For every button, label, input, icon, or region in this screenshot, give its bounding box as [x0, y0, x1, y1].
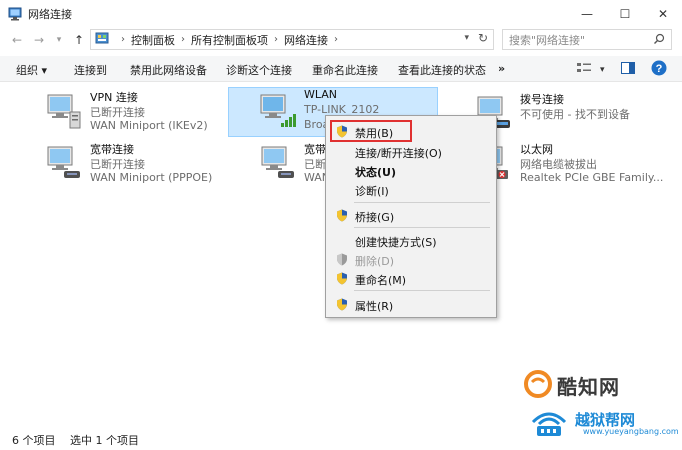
menu-item-label: 状态(U): [355, 166, 396, 179]
organize-menu[interactable]: 组织 ▾: [16, 62, 47, 78]
address-dropdown-icon[interactable]: ▾: [464, 33, 469, 43]
selected-count: 选中 1 个项目: [70, 434, 139, 447]
item-count: 6 个项目: [12, 434, 56, 447]
connection-item-vpn[interactable]: VPN 连接 已断开连接 WAN Miniport (IKEv2): [44, 89, 224, 137]
maximize-button[interactable]: ☐: [606, 0, 644, 28]
uac-shield-icon: [336, 272, 348, 288]
connection-item-broadband-2[interactable]: 宽带 已断 WAN: [258, 141, 330, 189]
disable-device-button[interactable]: 禁用此网络设备: [130, 62, 207, 78]
view-status-button[interactable]: 查看此连接的状态: [398, 62, 486, 78]
search-placeholder: 搜索"网络连接": [509, 33, 586, 47]
search-icon[interactable]: [653, 33, 665, 48]
connection-name: 以太网: [520, 143, 553, 156]
connection-item-dialup[interactable]: 拨号连接 不可使用 - 找不到设备: [474, 91, 674, 139]
uac-shield-icon: [336, 253, 348, 269]
menu-separator: [354, 227, 490, 228]
menu-item-diagnose[interactable]: 诊断(I): [326, 180, 496, 199]
menu-item-label: 连接/断开连接(O): [355, 147, 442, 160]
menu-item-label: 重命名(M): [355, 274, 407, 287]
connection-name: 拨号连接: [520, 93, 564, 106]
menu-item-label: 删除(D): [355, 255, 395, 268]
breadcrumb-separator-icon: ›: [121, 34, 125, 45]
breadcrumb-network-connections[interactable]: 网络连接: [284, 32, 328, 48]
menu-item-connect-disconnect[interactable]: 连接/断开连接(O): [326, 142, 496, 161]
connection-name: VPN 连接: [90, 91, 138, 104]
rename-button[interactable]: 重命名此连接: [312, 62, 378, 78]
annotation-highlight-box: [330, 120, 412, 142]
connection-status: 已断开连接: [90, 106, 145, 119]
watermark-kuzhiwang: 酷知网: [523, 370, 620, 401]
breadcrumb-all-items[interactable]: 所有控制面板项: [191, 32, 268, 48]
connection-device: Realtek PCIe GBE Family...: [520, 171, 664, 184]
connection-name: 宽带连接: [90, 143, 134, 156]
kuzhiwang-logo-icon: [523, 370, 553, 401]
menu-item-label: 创建快捷方式(S): [355, 236, 437, 249]
change-view-icon[interactable]: [576, 61, 592, 78]
view-dropdown-icon[interactable]: ▾: [600, 65, 605, 75]
breadcrumb-separator-icon: ›: [334, 34, 338, 45]
menu-item-delete[interactable]: 删除(D): [326, 250, 496, 269]
connection-item-ethernet[interactable]: 以太网 网络电缆被拔出 Realtek PCIe GBE Family...: [474, 141, 679, 189]
menu-item-label: 桥接(G): [355, 211, 395, 224]
breadcrumb-separator-icon: ›: [181, 34, 185, 45]
menu-item-rename[interactable]: 重命名(M): [326, 269, 496, 288]
address-field[interactable]: › 控制面板 › 所有控制面板项 › 网络连接 › ▾ ↻: [90, 29, 494, 50]
connection-status: 不可使用 - 找不到设备: [520, 108, 630, 121]
connection-status: 网络电缆被拔出: [520, 158, 597, 171]
command-bar: 组织 ▾ 连接到 禁用此网络设备 诊断这个连接 重命名此连接 查看此连接的状态 …: [0, 56, 682, 82]
control-panel-icon: [95, 31, 109, 48]
network-connections-icon: [8, 7, 22, 21]
back-arrow-icon[interactable]: ←: [8, 30, 26, 50]
network-adapter-icon: [44, 92, 84, 130]
connection-name: WLAN: [304, 88, 338, 101]
status-bar: 6 个项目 选中 1 个项目: [0, 425, 682, 450]
watermark-brand-text: 酷知网: [557, 375, 620, 399]
menu-separator: [354, 290, 490, 291]
connection-status: 已断开连接: [90, 158, 145, 171]
window-title: 网络连接: [28, 8, 72, 21]
help-icon[interactable]: ?: [651, 60, 667, 79]
uac-shield-icon: [336, 298, 348, 314]
minimize-button[interactable]: —: [568, 0, 606, 28]
menu-item-label: 诊断(I): [355, 185, 389, 198]
menu-item-status[interactable]: 状态(U): [326, 161, 496, 180]
menu-separator: [354, 202, 490, 203]
menu-item-properties[interactable]: 属性(R): [326, 295, 496, 314]
wireless-adapter-icon: [259, 91, 299, 129]
preview-pane-icon[interactable]: [620, 62, 635, 77]
broadband-adapter-icon: [258, 144, 298, 182]
broadband-adapter-icon: [44, 144, 84, 182]
menu-item-label: 属性(R): [355, 300, 394, 313]
recent-locations-chevron-icon[interactable]: ▾: [50, 30, 68, 50]
address-bar: ← → ▾ ↑ › 控制面板 › 所有控制面板项 › 网络连接 › ▾ ↻ 搜索…: [0, 28, 682, 52]
forward-arrow-icon[interactable]: →: [30, 30, 48, 50]
uac-shield-icon: [336, 209, 348, 225]
connection-device: WAN Miniport (IKEv2): [90, 119, 208, 132]
connect-to-button[interactable]: 连接到: [74, 62, 107, 78]
connection-item-broadband-1[interactable]: 宽带连接 已断开连接 WAN Miniport (PPPOE): [44, 141, 224, 189]
svg-text:?: ?: [655, 63, 662, 75]
refresh-icon[interactable]: ↻: [478, 31, 488, 45]
menu-item-bridge[interactable]: 桥接(G): [326, 206, 496, 225]
context-menu: 禁用(B) 连接/断开连接(O) 状态(U) 诊断(I) 桥接(G) 创建快捷方…: [325, 115, 497, 318]
close-button[interactable]: ✕: [644, 0, 682, 28]
title-bar: 网络连接 — ☐ ✕: [0, 0, 682, 28]
more-commands-button[interactable]: »: [498, 62, 505, 75]
breadcrumb-separator-icon: ›: [274, 34, 278, 45]
view-options: ▾ ?: [576, 60, 667, 79]
connection-status: 已断: [304, 158, 326, 171]
connection-name: 宽带: [304, 143, 326, 156]
diagnose-button[interactable]: 诊断这个连接: [226, 62, 292, 78]
breadcrumb-control-panel[interactable]: 控制面板: [131, 32, 175, 48]
menu-item-create-shortcut[interactable]: 创建快捷方式(S): [326, 231, 496, 250]
up-arrow-icon[interactable]: ↑: [70, 30, 88, 50]
connection-device: WAN Miniport (PPPOE): [90, 171, 213, 184]
search-input[interactable]: 搜索"网络连接": [502, 29, 672, 50]
